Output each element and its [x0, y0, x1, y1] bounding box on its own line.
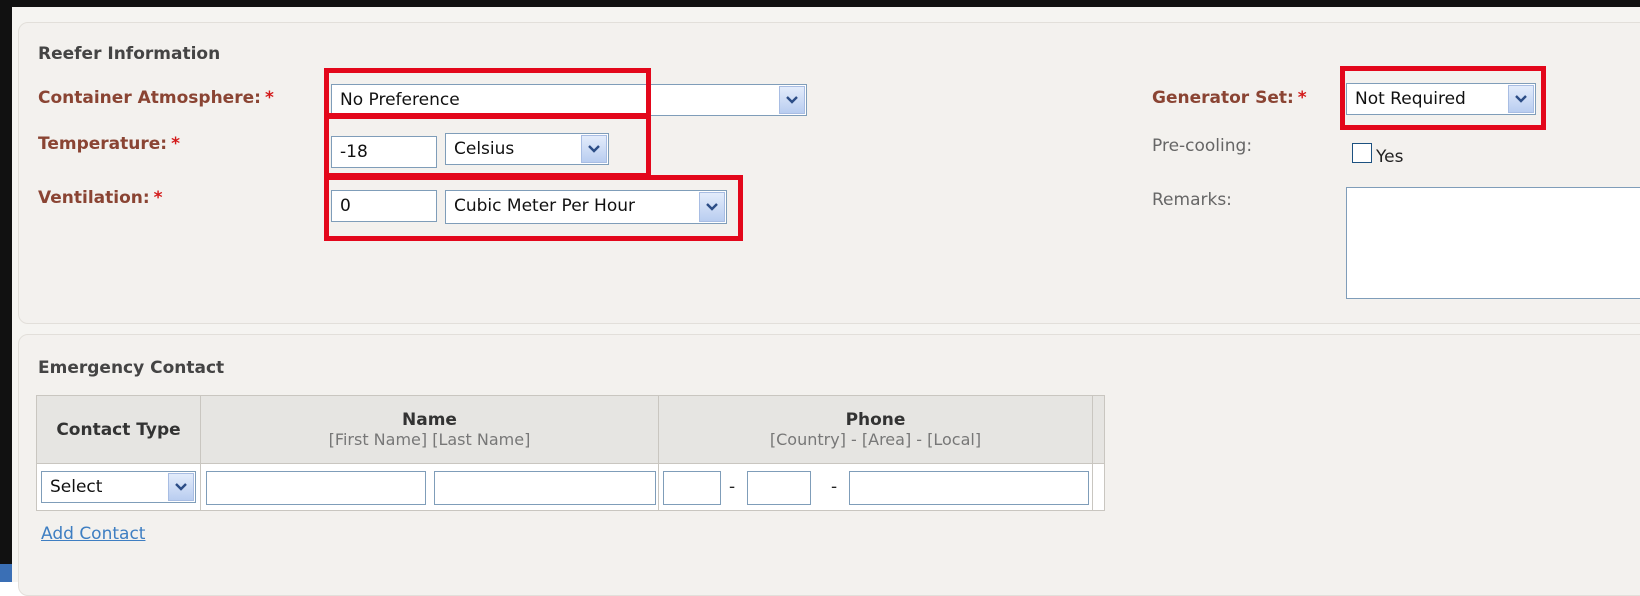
required-marker: * — [264, 88, 274, 108]
column-header-name: Name [First Name] [Last Name] — [200, 395, 659, 464]
ventilation-input[interactable]: 0 — [331, 190, 437, 222]
contact-type-select[interactable]: Select — [41, 471, 196, 503]
phone-separator: - — [831, 477, 838, 497]
ventilation-unit-select[interactable]: Cubic Meter Per Hour — [445, 190, 727, 224]
phone-country-input[interactable] — [663, 471, 721, 505]
required-marker: * — [153, 188, 163, 208]
column-header-phone: Phone [Country] - [Area] - [Local] — [658, 395, 1093, 464]
first-name-input[interactable] — [206, 471, 426, 505]
temperature-input[interactable]: -18 — [331, 136, 437, 168]
chevron-down-icon[interactable] — [168, 473, 194, 501]
emergency-section-title: Emergency Contact — [38, 358, 225, 378]
chevron-down-icon[interactable] — [581, 135, 607, 163]
column-header-contact-type: Contact Type — [36, 395, 201, 464]
generator-set-value: Not Required — [1355, 89, 1466, 109]
chevron-down-icon[interactable] — [1508, 85, 1534, 113]
temperature-unit-select[interactable]: Celsius — [445, 133, 609, 165]
remarks-label: Remarks: — [1152, 190, 1232, 210]
last-name-input[interactable] — [434, 471, 656, 505]
pre-cooling-option-label: Yes — [1376, 147, 1404, 167]
pre-cooling-checkbox[interactable] — [1352, 143, 1372, 163]
table-row: Select - - — [36, 463, 1105, 511]
column-header-phone-title: Phone — [845, 410, 906, 430]
ventilation-unit-value: Cubic Meter Per Hour — [454, 196, 635, 216]
generator-set-select[interactable]: Not Required — [1346, 83, 1536, 115]
column-header-spacer — [1092, 395, 1105, 464]
temperature-label: Temperature: * — [38, 134, 180, 154]
emergency-contact-table: Contact Type Name [First Name] [Last Nam… — [36, 395, 1105, 511]
column-header-name-title: Name — [402, 410, 457, 430]
container-atmosphere-label: Container Atmosphere: * — [38, 88, 274, 108]
remarks-textarea[interactable] — [1346, 187, 1640, 299]
generator-set-label: Generator Set: * — [1152, 88, 1307, 108]
contact-type-value: Select — [50, 477, 103, 497]
column-header-phone-hint: [Country] - [Area] - [Local] — [769, 430, 982, 449]
add-contact-link[interactable]: Add Contact — [41, 524, 145, 544]
column-header-name-hint: [First Name] [Last Name] — [328, 430, 531, 449]
ventilation-label: Ventilation: * — [38, 188, 163, 208]
row-spacer-cell — [1092, 463, 1105, 511]
phone-area-input[interactable] — [747, 471, 811, 505]
chevron-down-icon[interactable] — [699, 192, 725, 222]
window-corner-accent — [0, 564, 12, 582]
phone-separator: - — [729, 477, 736, 497]
required-marker: * — [171, 134, 180, 154]
required-marker: * — [1297, 88, 1307, 108]
pre-cooling-label: Pre-cooling: — [1152, 136, 1253, 156]
container-atmosphere-select[interactable]: No Preference — [331, 84, 807, 116]
temperature-unit-value: Celsius — [454, 139, 515, 159]
reefer-section-title: Reefer Information — [38, 44, 221, 64]
container-atmosphere-value: No Preference — [340, 90, 460, 110]
phone-local-input[interactable] — [849, 471, 1089, 505]
chevron-down-icon[interactable] — [779, 86, 805, 114]
